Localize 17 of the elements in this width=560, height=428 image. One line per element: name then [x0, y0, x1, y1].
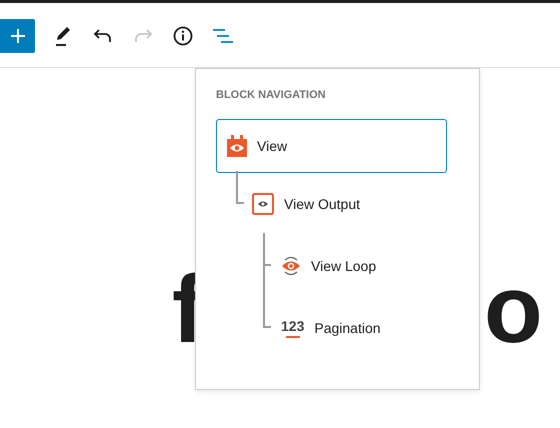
block-nav-item[interactable]: View — [216, 119, 447, 173]
plus-icon — [10, 28, 26, 44]
block-nav-item[interactable]: View Loop — [263, 235, 447, 297]
heading-text: o — [484, 262, 541, 358]
pencil-icon — [53, 25, 73, 47]
popover-title: BLOCK NAVIGATION — [216, 89, 327, 101]
eye-frame-icon — [252, 193, 274, 215]
tree-connector — [236, 171, 244, 204]
undo-icon — [93, 28, 113, 44]
list-view-icon — [212, 28, 234, 44]
block-nav-item[interactable]: View Output — [236, 173, 447, 235]
calendar-eye-icon — [227, 135, 247, 157]
info-icon — [173, 26, 193, 46]
eye-refresh-icon — [281, 255, 301, 277]
redo-icon — [133, 28, 153, 44]
add-button[interactable] — [0, 19, 35, 53]
block-nav-item[interactable]: 123 Pagination — [263, 297, 447, 359]
